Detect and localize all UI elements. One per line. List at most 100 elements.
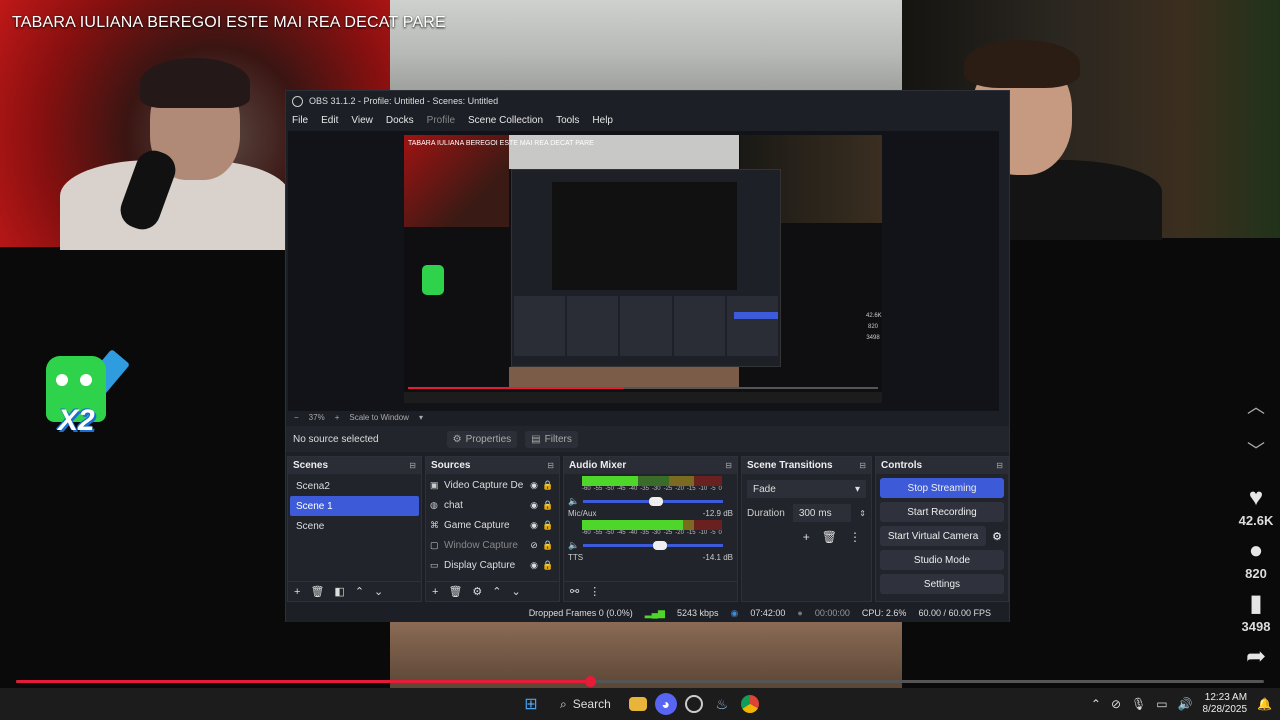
source-item[interactable]: ▣ Video Capture De ◉ 🔒 xyxy=(426,475,559,495)
dock-menu-icon[interactable]: ⊟ xyxy=(996,461,1003,470)
scene-item[interactable]: Scene xyxy=(290,516,419,536)
taskbar-clock[interactable]: 12:23 AM 8/28/2025 xyxy=(1203,692,1248,716)
remove-source-button[interactable]: 🗑 xyxy=(448,585,462,598)
obs-preview[interactable]: TABARA IULIANA BEREGOI ESTE MAI REA DECA… xyxy=(288,131,999,411)
lock-icon[interactable]: 🔒 xyxy=(541,480,555,491)
video-progress-handle[interactable] xyxy=(585,676,597,687)
heart-icon[interactable]: ♥ xyxy=(1232,483,1280,513)
volume-icon[interactable]: 🔊 xyxy=(1178,697,1193,711)
lock-icon[interactable]: 🔒 xyxy=(541,560,555,571)
add-source-button[interactable]: + xyxy=(432,586,438,598)
move-scene-down-button[interactable]: ⌄ xyxy=(374,585,383,598)
x2-frog-logo: X2 xyxy=(46,348,131,440)
microphone-icon[interactable]: 🎙 xyxy=(1131,697,1146,711)
video-progress-bar[interactable] xyxy=(16,676,1264,687)
dock-menu-icon[interactable]: ⊟ xyxy=(725,461,732,470)
menu-edit[interactable]: Edit xyxy=(321,115,338,126)
mixer-channel: -60 -55 -50 -45 -40 -35 -30 -25 -20 -15 -10 -5 0 🔈 xyxy=(564,474,737,507)
lock-icon[interactable]: 🔒 xyxy=(541,520,555,531)
menu-docks[interactable]: Docks xyxy=(386,115,414,126)
add-scene-button[interactable]: + xyxy=(294,586,300,598)
filters-button[interactable]: ▤ Filters xyxy=(525,430,578,448)
eye-icon[interactable]: ◉ xyxy=(527,480,541,491)
scene-filters-button[interactable]: ◧ xyxy=(334,585,344,598)
menu-view[interactable]: View xyxy=(351,115,373,126)
chrome-icon[interactable] xyxy=(740,695,759,713)
transition-select[interactable]: Fade ▾ xyxy=(747,480,866,498)
network-icon[interactable]: ▭ xyxy=(1156,697,1167,711)
windows-start-icon[interactable]: ⊞ xyxy=(520,693,542,715)
chevron-up-icon[interactable]: ︿ xyxy=(1232,395,1280,419)
file-explorer-icon[interactable] xyxy=(628,697,647,711)
dock-menu-icon[interactable]: ⊟ xyxy=(547,461,554,470)
menu-profile[interactable]: Profile xyxy=(427,115,455,126)
add-transition-button[interactable]: + xyxy=(803,530,810,544)
speaker-icon[interactable]: 🔈 xyxy=(568,496,579,507)
source-item[interactable]: ▢ Window Capture ⊘ 🔒 xyxy=(426,535,559,555)
scene-item[interactable]: Scene 1 xyxy=(290,496,419,516)
remove-transition-button[interactable]: 🗑 xyxy=(822,530,837,544)
bookmark-icon[interactable]: ▮ xyxy=(1232,589,1280,619)
stop-streaming-button[interactable]: Stop Streaming xyxy=(880,478,1004,498)
steam-icon[interactable]: ♨ xyxy=(711,693,733,715)
eye-icon[interactable]: ◉ xyxy=(527,500,541,511)
studio-mode-button[interactable]: Studio Mode xyxy=(880,550,1004,570)
source-item[interactable]: ⌘ Game Capture ◉ 🔒 xyxy=(426,515,559,535)
share-action[interactable]: ➦ xyxy=(1232,642,1280,672)
source-toolbar: No source selected ⚙ Properties ▤ Filter… xyxy=(286,426,1009,452)
eye-icon[interactable]: ◉ xyxy=(527,560,541,571)
tray-app-icon[interactable]: ⊘ xyxy=(1111,697,1121,711)
dock-menu-icon[interactable]: ⊟ xyxy=(859,461,866,470)
remove-scene-button[interactable]: 🗑 xyxy=(310,585,324,598)
like-action[interactable]: ♥ 42.6K xyxy=(1232,483,1280,528)
start-recording-button[interactable]: Start Recording xyxy=(880,502,1004,522)
notification-icon[interactable]: 🔔 xyxy=(1257,697,1272,711)
properties-button[interactable]: ⚙ Properties xyxy=(446,430,518,448)
source-item[interactable]: ◍ chat ◉ 🔒 xyxy=(426,495,559,515)
zoom-in-button[interactable]: + xyxy=(335,413,340,422)
virtual-camera-settings-icon[interactable]: ⚙ xyxy=(992,530,1002,543)
dock-menu-icon[interactable]: ⊟ xyxy=(409,461,416,470)
source-name: chat xyxy=(444,499,463,511)
settings-button[interactable]: Settings xyxy=(880,574,1004,594)
mixer-channel: Mic/Aux -12.9 dB -60 -55 -50 -45 -40 -35 -30 -25-… xyxy=(564,507,737,551)
taskbar-search[interactable]: ⌕ Search xyxy=(550,692,621,716)
eye-icon[interactable]: ◉ xyxy=(527,520,541,531)
volume-meter xyxy=(582,476,722,486)
menu-tools[interactable]: Tools xyxy=(556,115,579,126)
share-icon[interactable]: ➦ xyxy=(1232,642,1280,672)
volume-slider[interactable] xyxy=(583,496,724,506)
menu-help[interactable]: Help xyxy=(592,115,613,126)
obs-titlebar[interactable]: OBS 31.1.2 - Profile: Untitled - Scenes:… xyxy=(286,91,1009,111)
advanced-audio-icon[interactable]: ⚯ xyxy=(570,585,579,598)
menu-file[interactable]: File xyxy=(292,115,308,126)
obs-taskbar-icon[interactable] xyxy=(684,695,703,713)
start-virtual-camera-button[interactable]: Start Virtual Camera xyxy=(880,526,987,546)
source-properties-button[interactable]: ⚙ xyxy=(472,585,482,598)
obs-status-bar: Dropped Frames 0 (0.0%) ▂▄▆ 5243 kbps ◉ … xyxy=(286,604,1009,622)
volume-slider[interactable] xyxy=(583,540,724,550)
duration-stepper-icon[interactable]: ⇕ xyxy=(859,509,866,518)
discord-icon[interactable]: ◕ xyxy=(654,693,677,715)
source-item[interactable]: ▭ Display Capture ◉ 🔒 xyxy=(426,555,559,575)
move-source-up-button[interactable]: ⌃ xyxy=(492,585,501,598)
comment-action[interactable]: ● 820 xyxy=(1232,536,1280,581)
duration-input[interactable]: 300 ms xyxy=(792,504,852,522)
eye-off-icon[interactable]: ⊘ xyxy=(527,540,541,551)
lock-icon[interactable]: 🔒 xyxy=(541,500,555,511)
menu-scene-collection[interactable]: Scene Collection xyxy=(468,115,543,126)
zoom-out-button[interactable]: − xyxy=(294,413,299,422)
bookmark-action[interactable]: ▮ 3498 xyxy=(1232,589,1280,634)
move-source-down-button[interactable]: ⌄ xyxy=(512,585,521,598)
lock-icon[interactable]: 🔒 xyxy=(541,540,555,551)
transition-menu-icon[interactable]: ⋮ xyxy=(849,530,861,544)
mixer-menu-icon[interactable]: ⋮ xyxy=(589,585,600,598)
tray-overflow-icon[interactable]: ⌃ xyxy=(1091,697,1101,711)
move-scene-up-button[interactable]: ⌃ xyxy=(355,585,364,598)
comment-icon[interactable]: ● xyxy=(1232,536,1280,566)
controls-dock: Controls ⊟ Stop Streaming Start Recording… xyxy=(875,456,1009,602)
chevron-down-icon[interactable]: ﹀ xyxy=(1232,439,1280,463)
scene-item[interactable]: Scena2 xyxy=(290,476,419,496)
scale-mode-dropdown-icon[interactable]: ▾ xyxy=(419,413,423,422)
speaker-icon[interactable]: 🔈 xyxy=(568,540,579,551)
